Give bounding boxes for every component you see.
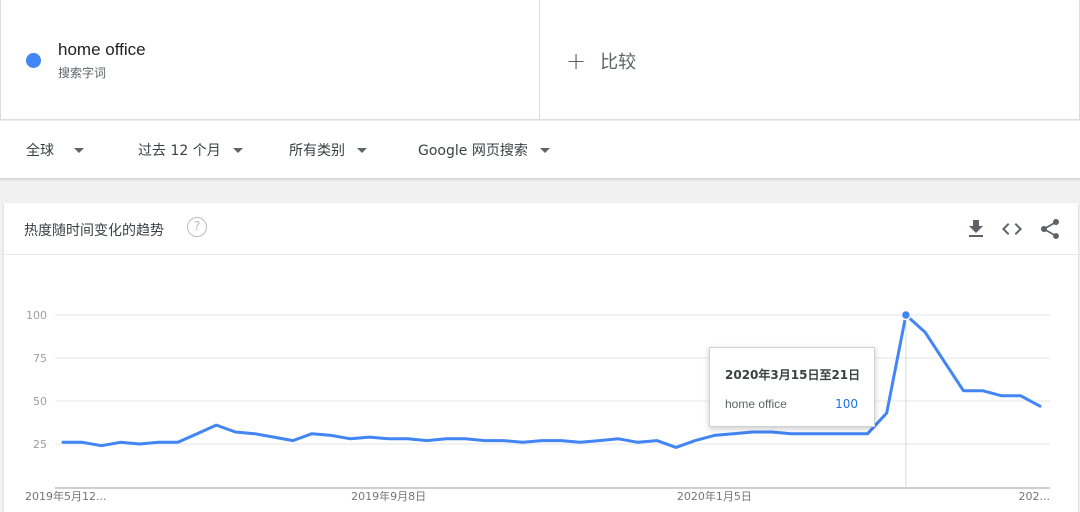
highlight-point — [900, 309, 912, 321]
chart-series — [61, 309, 1042, 487]
y-tick-label: 75 — [33, 352, 47, 365]
x-axis-ticks: 2019年5月12... 2019年9月8日 2020年1月5日 202... — [25, 489, 1050, 503]
chart-tooltip: 2020年3月15日至21日 home office 100 — [709, 347, 875, 427]
x-tick-label: 2019年5月12... — [25, 489, 106, 503]
y-tick-label: 25 — [33, 438, 47, 451]
tooltip-date: 2020年3月15日至21日 — [725, 368, 861, 382]
x-tick-label: 2020年1月5日 — [677, 489, 752, 503]
trend-chart: 25 50 75 100 2019年5月12... 2019年9月8日 2020年1月5日… — [25, 309, 1050, 503]
tooltip-term: home office — [725, 397, 787, 411]
x-tick-label: 202... — [1019, 490, 1051, 503]
x-tick-label: 2019年9月8日 — [351, 489, 426, 503]
tooltip-value: 100 — [835, 397, 858, 411]
y-tick-label: 50 — [33, 395, 47, 408]
series-line-home-office — [61, 313, 1042, 449]
y-tick-label: 100 — [26, 309, 47, 322]
y-axis-ticks: 25 50 75 100 — [26, 309, 47, 451]
